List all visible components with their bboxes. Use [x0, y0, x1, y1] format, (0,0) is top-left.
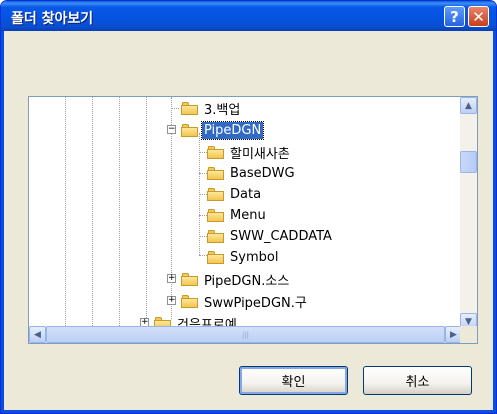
tree-item-label: BaseDWG	[230, 165, 295, 181]
horizontal-scrollbar[interactable]: ◀ ||| ▶	[29, 326, 462, 343]
tree-item[interactable]: 3.백업	[181, 98, 242, 118]
tree-item-label: Data	[230, 186, 262, 202]
tree-item-label: PipeDGN	[200, 120, 265, 140]
tree-guide-line	[92, 97, 93, 330]
tree-item[interactable]: BaseDWG	[207, 163, 297, 183]
collapse-toggle[interactable]: −	[167, 125, 176, 134]
tree-connector	[199, 194, 207, 195]
close-button[interactable]: ✕	[468, 6, 489, 27]
browse-folder-dialog: 폴더 찾아보기 ? ✕ 3.백업 − PipeDGN 할미새사촌 BaseDWG…	[0, 0, 497, 414]
folder-icon	[181, 101, 198, 115]
folder-icon	[207, 250, 224, 264]
folder-icon	[207, 208, 224, 222]
tree-item[interactable]: 할미새사촌	[207, 142, 292, 162]
help-button[interactable]: ?	[444, 6, 465, 27]
tree-item-label: SwwPipeDGN.구	[204, 295, 307, 311]
tree-guide-line	[65, 97, 66, 330]
tree-item-label: SWW_CADDATA	[230, 228, 332, 244]
tree-item-selected[interactable]: PipeDGN	[181, 120, 265, 140]
tree-connector	[199, 152, 207, 153]
tree-guide-line	[119, 97, 120, 330]
tree-item-label: Symbol	[230, 249, 279, 265]
tree-item[interactable]: SWW_CADDATA	[207, 226, 334, 246]
folder-icon	[207, 166, 224, 180]
horizontal-scroll-thumb[interactable]: |||	[46, 326, 445, 343]
tree-item-label: PipeDGN.소스	[204, 273, 290, 289]
title-bar[interactable]: 폴더 찾아보기 ? ✕	[1, 1, 496, 31]
ok-button[interactable]: 확인	[239, 366, 348, 395]
scroll-left-button[interactable]: ◀	[29, 326, 46, 343]
tree-item[interactable]: Symbol	[207, 247, 280, 267]
folder-open-icon	[181, 123, 198, 137]
tree-item[interactable]: Menu	[207, 205, 268, 225]
tree-connector	[199, 255, 207, 256]
window-frame-right	[493, 31, 496, 413]
tree-item[interactable]: SwwPipeDGN.구	[181, 291, 309, 311]
vertical-scrollbar[interactable]: ▲ ▼	[460, 97, 477, 330]
scroll-up-button[interactable]: ▲	[460, 97, 477, 114]
expand-toggle[interactable]: +	[167, 296, 176, 305]
tree-connector	[199, 236, 207, 237]
scrollbar-corner	[460, 326, 477, 343]
tree-guide-line	[146, 97, 147, 330]
dialog-title: 폴더 찾아보기	[11, 11, 94, 27]
vertical-scroll-thumb[interactable]	[460, 151, 477, 173]
tree-connector	[199, 173, 207, 174]
tree-item[interactable]: Data	[207, 184, 263, 204]
tree-connector	[199, 215, 207, 216]
tree-connector	[171, 108, 179, 109]
tree-item-label: 3.백업	[204, 102, 241, 118]
folder-icon	[181, 294, 198, 308]
tree-item[interactable]: PipeDGN.소스	[181, 269, 291, 289]
window-frame-bottom	[1, 410, 496, 413]
folder-tree[interactable]: 3.백업 − PipeDGN 할미새사촌 BaseDWG Data Menu S…	[28, 96, 478, 344]
folder-icon	[207, 187, 224, 201]
tree-item-label: 할미새사촌	[230, 146, 290, 162]
expand-toggle[interactable]: +	[167, 274, 176, 283]
window-frame-left	[1, 31, 4, 413]
folder-icon	[207, 229, 224, 243]
folder-icon	[207, 145, 224, 159]
tree-item-label: Menu	[230, 207, 266, 223]
cancel-button[interactable]: 취소	[363, 366, 472, 395]
folder-icon	[181, 272, 198, 286]
